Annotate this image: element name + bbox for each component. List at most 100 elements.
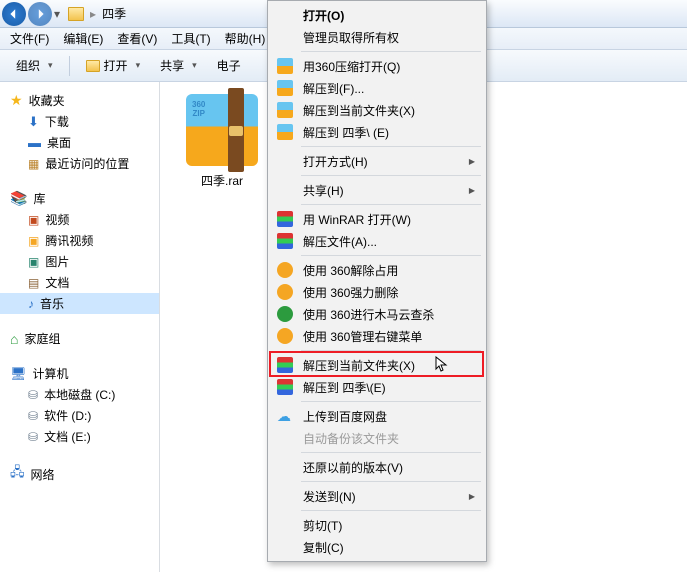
sidebar-computer: 🖥计算机 ⛁本地磁盘 (C:) ⛁软件 (D:) ⛁文档 (E:) xyxy=(0,363,159,447)
breadcrumb-sep-icon: ▸ xyxy=(90,7,96,21)
ctx-item[interactable]: 解压到 四季\(E) xyxy=(271,376,483,398)
sidebar-item-documents[interactable]: ▤文档 xyxy=(0,272,159,293)
rar-icon xyxy=(277,357,293,373)
context-menu: 打开(O)管理员取得所有权用360压缩打开(Q)解压到(F)...解压到当前文件… xyxy=(267,0,487,562)
ctx-item[interactable]: 解压到 四季\ (E) xyxy=(271,121,483,143)
download-icon: ⬇ xyxy=(28,114,39,130)
share-button[interactable]: 共享 xyxy=(152,54,205,77)
ctx-item[interactable]: 管理员取得所有权 xyxy=(271,26,483,48)
drive-icon: ⛁ xyxy=(28,430,38,444)
sidebar-favorites: ★收藏夹 ⬇下载 ▬桌面 ▦最近访问的位置 xyxy=(0,90,159,174)
sidebar-item-desktop[interactable]: ▬桌面 xyxy=(0,132,159,153)
ctx-item[interactable]: 打开方式(H) xyxy=(271,150,483,172)
sidebar-item-videos[interactable]: ▣视频 xyxy=(0,209,159,230)
360-icon xyxy=(277,284,293,300)
documents-icon: ▤ xyxy=(28,276,39,290)
ctx-item[interactable]: 复制(C) xyxy=(271,536,483,558)
ctx-item[interactable]: 发送到(N) xyxy=(271,485,483,507)
sidebar-homegroup-header[interactable]: ⌂家庭组 xyxy=(0,328,159,349)
ctx-item[interactable]: 还原以前的版本(V) xyxy=(271,456,483,478)
star-icon: ★ xyxy=(10,92,23,109)
nav-dropdown-icon[interactable]: ▾ xyxy=(54,7,60,21)
ctx-item[interactable]: 打开(O) xyxy=(271,4,483,26)
rar-icon xyxy=(277,233,293,249)
ctx-item[interactable]: 上传到百度网盘☁ xyxy=(271,405,483,427)
ctx-separator xyxy=(301,510,481,511)
nav-forward-button[interactable] xyxy=(28,2,52,26)
zip-icon xyxy=(277,124,293,140)
ctx-item[interactable]: 使用 360解除占用 xyxy=(271,259,483,281)
folder-icon xyxy=(68,7,84,21)
library-icon: 📚 xyxy=(10,190,27,207)
menu-help[interactable]: 帮助(H) xyxy=(219,28,272,49)
sidebar-item-pictures[interactable]: ▣图片 xyxy=(0,251,159,272)
sidebar-item-drive-e[interactable]: ⛁文档 (E:) xyxy=(0,426,159,447)
ctx-separator xyxy=(301,481,481,482)
homegroup-icon: ⌂ xyxy=(10,331,18,347)
ctx-separator xyxy=(301,175,481,176)
organize-button[interactable]: 组织 xyxy=(8,54,61,77)
drive-icon: ⛁ xyxy=(28,409,38,423)
cursor-icon xyxy=(435,356,449,377)
360-icon xyxy=(277,262,293,278)
ctx-separator xyxy=(301,255,481,256)
sidebar-item-music[interactable]: ♪音乐 xyxy=(0,293,159,314)
cloud-icon: ☁ xyxy=(277,408,293,424)
sidebar-item-drive-c[interactable]: ⛁本地磁盘 (C:) xyxy=(0,384,159,405)
menu-tools[interactable]: 工具(T) xyxy=(165,28,216,49)
sidebar-favorites-header[interactable]: ★收藏夹 xyxy=(0,90,159,111)
ctx-item[interactable]: 解压到当前文件夹(X) xyxy=(271,354,483,376)
menu-edit[interactable]: 编辑(E) xyxy=(57,28,109,49)
ctx-item[interactable]: 使用 360管理右键菜单 xyxy=(271,325,483,347)
sidebar-network-header[interactable]: 🖧网络 xyxy=(0,461,159,487)
ctx-item[interactable]: 用360压缩打开(Q) xyxy=(271,55,483,77)
ctx-item[interactable]: 使用 360进行木马云查杀 xyxy=(271,303,483,325)
zip-icon xyxy=(277,102,293,118)
sidebar-libraries-header[interactable]: 📚库 xyxy=(0,188,159,209)
ctx-item[interactable]: 解压文件(A)... xyxy=(271,230,483,252)
sidebar-homegroup: ⌂家庭组 xyxy=(0,328,159,349)
video-icon: ▣ xyxy=(28,213,39,227)
ctx-separator xyxy=(301,146,481,147)
pictures-icon: ▣ xyxy=(28,255,39,269)
breadcrumb-location[interactable]: 四季 xyxy=(102,5,126,22)
zip-icon xyxy=(277,80,293,96)
archive-icon xyxy=(186,94,258,166)
toolbar-sep xyxy=(69,56,70,76)
folder-icon xyxy=(86,60,100,72)
ctx-item[interactable]: 共享(H) xyxy=(271,179,483,201)
sidebar-libraries: 📚库 ▣视频 ▣腾讯视频 ▣图片 ▤文档 ♪音乐 xyxy=(0,188,159,314)
rar-icon xyxy=(277,211,293,227)
music-icon: ♪ xyxy=(28,297,34,311)
tencent-icon: ▣ xyxy=(28,234,39,248)
nav-back-button[interactable] xyxy=(2,2,26,26)
ctx-item: 自动备份该文件夹 xyxy=(271,427,483,449)
email-button[interactable]: 电子 xyxy=(209,54,249,77)
rar-icon xyxy=(277,379,293,395)
menu-file[interactable]: 文件(F) xyxy=(4,28,55,49)
sidebar: ★收藏夹 ⬇下载 ▬桌面 ▦最近访问的位置 📚库 ▣视频 ▣腾讯视频 ▣图片 ▤… xyxy=(0,82,160,572)
sidebar-item-recent[interactable]: ▦最近访问的位置 xyxy=(0,153,159,174)
recent-icon: ▦ xyxy=(28,157,39,171)
sidebar-network: 🖧网络 xyxy=(0,461,159,487)
ctx-item[interactable]: 用 WinRAR 打开(W) xyxy=(271,208,483,230)
desktop-icon: ▬ xyxy=(28,135,41,150)
ctx-separator xyxy=(301,350,481,351)
file-item[interactable]: 四季.rar xyxy=(172,94,272,189)
menu-view[interactable]: 查看(V) xyxy=(111,28,163,49)
sidebar-item-tencent[interactable]: ▣腾讯视频 xyxy=(0,230,159,251)
ctx-item[interactable]: 使用 360强力删除 xyxy=(271,281,483,303)
computer-icon: 🖥 xyxy=(10,366,27,382)
file-name: 四季.rar xyxy=(172,172,272,189)
sidebar-item-downloads[interactable]: ⬇下载 xyxy=(0,111,159,132)
ctx-item[interactable]: 解压到(F)... xyxy=(271,77,483,99)
360g-icon xyxy=(277,306,293,322)
sidebar-computer-header[interactable]: 🖥计算机 xyxy=(0,363,159,384)
ctx-item[interactable]: 解压到当前文件夹(X) xyxy=(271,99,483,121)
breadcrumb[interactable]: ▸ 四季 xyxy=(68,5,126,22)
ctx-item[interactable]: 剪切(T) xyxy=(271,514,483,536)
drive-icon: ⛁ xyxy=(28,388,38,402)
ctx-separator xyxy=(301,51,481,52)
open-button[interactable]: 打开 xyxy=(78,54,149,77)
sidebar-item-drive-d[interactable]: ⛁软件 (D:) xyxy=(0,405,159,426)
